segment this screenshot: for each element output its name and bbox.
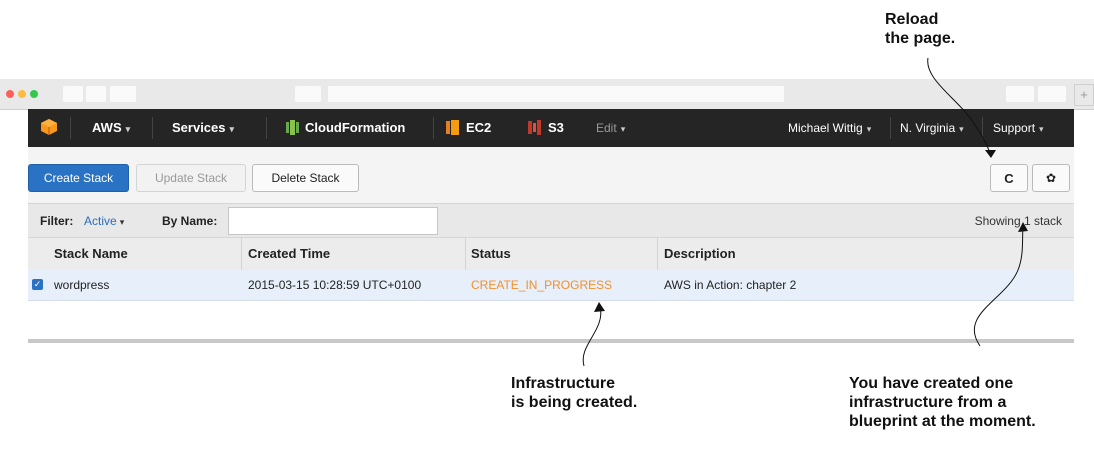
annotation-created-one: You have created one infrastructure from… [849, 375, 1036, 430]
annotation-reload: Reload the page. [885, 11, 956, 47]
annotation-infrastructure: Infrastructure is being created. [511, 375, 638, 411]
